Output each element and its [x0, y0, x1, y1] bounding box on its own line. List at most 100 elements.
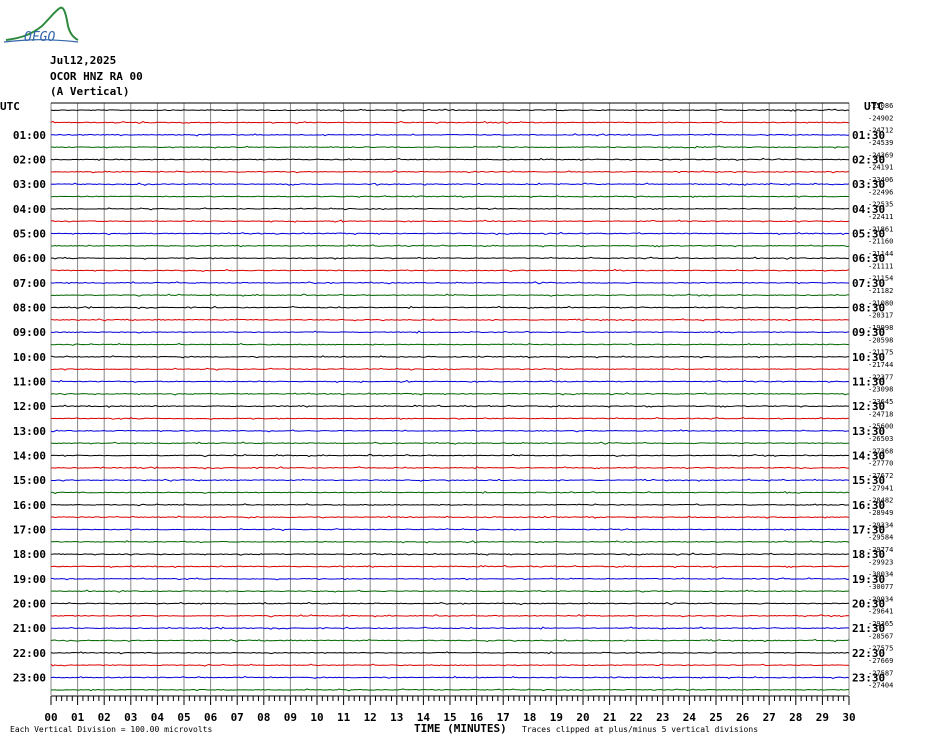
hour-label-left: 19:00	[13, 573, 46, 586]
hour-label-left: 17:00	[13, 524, 46, 537]
row-offset-value: -27941	[868, 484, 893, 492]
x-tick-label: 07	[231, 711, 244, 724]
hour-label-left: 02:00	[13, 154, 46, 167]
x-tick-label: 27	[763, 711, 776, 724]
hour-label-left: 18:00	[13, 548, 46, 561]
row-offset-value: -30077	[868, 583, 893, 591]
helicorder-plot: 01:00 02:00 03:00 04:00 05:00 06:00 07:00 08:00…	[13, 102, 893, 724]
x-tick-label: 30	[842, 711, 855, 724]
hour-label-left: 22:00	[13, 647, 46, 660]
hour-label-left: 16:00	[13, 499, 46, 512]
hour-label-left: 07:00	[13, 277, 46, 290]
hour-label-left: 23:00	[13, 672, 46, 685]
hour-label-left: 09:00	[13, 326, 46, 339]
row-offset-value: -24712	[868, 127, 893, 135]
row-offset-value: -21144	[868, 250, 893, 258]
row-offset-value: -29365	[868, 620, 893, 628]
row-offset-value: -28482	[868, 497, 893, 505]
row-offset-value: -25086	[868, 102, 893, 110]
x-tick-label: 18	[523, 711, 536, 724]
x-tick-label: 25	[709, 711, 722, 724]
row-offset-value: -21160	[868, 238, 893, 246]
row-offset-value: -29923	[868, 558, 893, 566]
hour-label-left: 12:00	[13, 400, 46, 413]
hour-label-left: 04:00	[13, 203, 46, 216]
row-offset-value: -25600	[868, 423, 893, 431]
row-offset-value: -24369	[868, 151, 893, 159]
row-offset-value: -20317	[868, 312, 893, 320]
row-offset-value: -28949	[868, 509, 893, 517]
row-offset-value: -29774	[868, 546, 893, 554]
row-offset-value: -20598	[868, 336, 893, 344]
hour-label-left: 06:00	[13, 252, 46, 265]
hour-label-left: 11:00	[13, 376, 46, 389]
x-tick-label: 29	[816, 711, 829, 724]
row-offset-value: -27587	[868, 669, 893, 677]
row-offset-value: -27575	[868, 645, 893, 653]
x-tick-label: 11	[337, 711, 351, 724]
hour-label-left: 21:00	[13, 622, 46, 635]
x-tick-label: 12	[364, 711, 377, 724]
x-tick-label: 19	[550, 711, 563, 724]
hour-label-left: 15:00	[13, 474, 46, 487]
hour-label-left: 08:00	[13, 302, 46, 315]
row-offset-value: -23645	[868, 398, 893, 406]
row-offset-value: -24902	[868, 114, 893, 122]
row-offset-value: -29334	[868, 521, 893, 529]
row-offset-value: -21111	[868, 262, 893, 270]
row-offset-value: -22411	[868, 213, 893, 221]
x-tick-label: 09	[284, 711, 297, 724]
row-offset-value: -27669	[868, 657, 893, 665]
x-tick-label: 03	[124, 711, 137, 724]
row-offset-value: -24191	[868, 164, 893, 172]
x-tick-label: 28	[789, 711, 802, 724]
hour-label-left: 05:00	[13, 228, 46, 241]
hour-label-left: 20:00	[13, 598, 46, 611]
row-offset-value: -30034	[868, 571, 893, 579]
x-tick-label: 00	[44, 711, 57, 724]
row-offset-value: -21182	[868, 287, 893, 295]
row-offset-value: -21744	[868, 361, 893, 369]
row-offset-value: -27404	[868, 682, 893, 690]
x-tick-label: 22	[630, 711, 643, 724]
row-offset-value: -22377	[868, 373, 893, 381]
x-tick-label: 05	[177, 711, 190, 724]
x-tick-label: 04	[151, 711, 165, 724]
x-tick-label: 26	[736, 711, 750, 724]
hour-label-left: 03:00	[13, 178, 46, 191]
row-offset-value: -19998	[868, 324, 893, 332]
row-offset-value: -27368	[868, 447, 893, 455]
x-tick-label: 13	[390, 711, 403, 724]
row-offset-value: -21154	[868, 275, 893, 283]
x-tick-label: 06	[204, 711, 218, 724]
hour-label-left: 13:00	[13, 425, 46, 438]
row-offset-value: -27770	[868, 460, 893, 468]
x-axis-label: TIME (MINUTES)	[414, 722, 507, 735]
row-offset-value: -23406	[868, 176, 893, 184]
row-offset-value: -24539	[868, 139, 893, 147]
clip-note: Traces clipped at plus/minus 5 vertical …	[522, 725, 759, 734]
row-offset-value: -21175	[868, 349, 893, 357]
row-offset-value: -22496	[868, 188, 893, 196]
x-tick-label: 10	[310, 711, 323, 724]
row-offset-value: -26503	[868, 435, 893, 443]
x-tick-label: 21	[603, 711, 617, 724]
hour-label-left: 10:00	[13, 351, 46, 364]
row-offset-value: -21861	[868, 225, 893, 233]
row-offset-value: -24718	[868, 410, 893, 418]
division-note: Each Vertical Division = 100.00 microvol…	[10, 725, 213, 734]
row-offset-value: -29584	[868, 534, 893, 542]
hour-label-left: 01:00	[13, 129, 46, 142]
row-offset-value: -29934	[868, 595, 893, 603]
row-offset-value: -28567	[868, 632, 893, 640]
x-tick-label: 01	[71, 711, 85, 724]
x-tick-label: 24	[683, 711, 697, 724]
row-offset-value: -22535	[868, 201, 893, 209]
row-offset-value: -21080	[868, 299, 893, 307]
x-tick-label: 20	[576, 711, 589, 724]
x-tick-label: 02	[98, 711, 111, 724]
row-offset-value: -23098	[868, 386, 893, 394]
hour-label-left: 14:00	[13, 450, 46, 463]
x-tick-label: 08	[257, 711, 270, 724]
row-offset-value: -27672	[868, 472, 893, 480]
